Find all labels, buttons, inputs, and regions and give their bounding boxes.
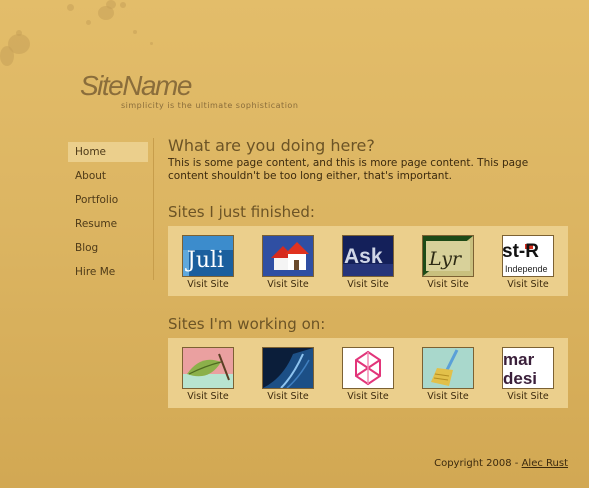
site-tagline: simplicity is the ultimate sophisticatio… bbox=[121, 101, 299, 110]
visit-site-link[interactable]: Visit Site bbox=[488, 391, 568, 403]
ask-thumbnail-text: Ask bbox=[344, 245, 383, 268]
independent-thumbnail-subtext: Independe bbox=[505, 264, 548, 274]
independent-thumbnail-icon[interactable]: st-R Independe bbox=[502, 235, 554, 277]
lyr-thumbnail-text: Lyr bbox=[428, 248, 463, 270]
portfolio-item: Juli Visit Site bbox=[168, 235, 248, 291]
visit-site-link[interactable]: Visit Site bbox=[328, 279, 408, 291]
visit-site-link[interactable]: Visit Site bbox=[248, 279, 328, 291]
working-sites-panel: Visit Site Visit Site Visit Site Visit S… bbox=[168, 338, 568, 408]
finished-sites-panel: Juli Visit Site Visit Site Ask Visit Sit… bbox=[168, 226, 568, 296]
pink-lattice-thumbnail-icon[interactable] bbox=[342, 347, 394, 389]
main-navigation: Home About Portfolio Resume Blog Hire Me bbox=[68, 142, 148, 286]
finished-sites-heading: Sites I just finished: bbox=[168, 203, 315, 221]
broom-thumbnail-icon[interactable] bbox=[422, 347, 474, 389]
juli-thumbnail-icon[interactable]: Juli bbox=[182, 235, 234, 277]
portfolio-item: Visit Site bbox=[248, 347, 328, 403]
portfolio-item: Ask Visit Site bbox=[328, 235, 408, 291]
blue-wave-thumbnail-icon[interactable] bbox=[262, 347, 314, 389]
independent-thumbnail-text: st-R bbox=[503, 241, 539, 262]
site-name[interactable]: SiteName bbox=[80, 70, 192, 102]
houses-thumbnail-icon[interactable] bbox=[262, 235, 314, 277]
page-heading: What are you doing here? bbox=[168, 136, 375, 155]
intro-paragraph: This is some page content, and this is m… bbox=[168, 157, 529, 182]
nav-divider bbox=[153, 138, 154, 280]
visit-site-link[interactable]: Visit Site bbox=[328, 391, 408, 403]
mardesi-thumbnail-subtext: desi bbox=[503, 369, 537, 388]
visit-site-link[interactable]: Visit Site bbox=[248, 391, 328, 403]
mardesi-thumbnail-text: mar bbox=[503, 350, 535, 369]
portfolio-item: Visit Site bbox=[248, 235, 328, 291]
portfolio-item: Visit Site bbox=[168, 347, 248, 403]
visit-site-link[interactable]: Visit Site bbox=[408, 391, 488, 403]
author-link[interactable]: Alec Rust bbox=[522, 458, 568, 469]
visit-site-link[interactable]: Visit Site bbox=[408, 279, 488, 291]
visit-site-link[interactable]: Visit Site bbox=[488, 279, 568, 291]
portfolio-item: Lyr Visit Site bbox=[408, 235, 488, 291]
mardesi-thumbnail-icon[interactable]: mar desi bbox=[502, 347, 554, 389]
footer: Copyright 2008 - Alec Rust bbox=[434, 458, 568, 469]
juli-thumbnail-text: Juli bbox=[185, 248, 224, 273]
nav-item-about[interactable]: About bbox=[68, 166, 148, 186]
visit-site-link[interactable]: Visit Site bbox=[168, 279, 248, 291]
ask-thumbnail-icon[interactable]: Ask bbox=[342, 235, 394, 277]
nav-item-resume[interactable]: Resume bbox=[68, 214, 148, 234]
nav-item-hire-me[interactable]: Hire Me bbox=[68, 262, 148, 282]
leaf-thumbnail-icon[interactable] bbox=[182, 347, 234, 389]
lyr-thumbnail-icon[interactable]: Lyr bbox=[422, 235, 474, 277]
nav-item-home[interactable]: Home bbox=[68, 142, 148, 162]
nav-item-blog[interactable]: Blog bbox=[68, 238, 148, 258]
working-sites-heading: Sites I'm working on: bbox=[168, 315, 326, 333]
nav-item-portfolio[interactable]: Portfolio bbox=[68, 190, 148, 210]
copyright-text: Copyright 2008 - bbox=[434, 458, 522, 469]
portfolio-item: st-R Independe Visit Site bbox=[488, 235, 568, 291]
portfolio-item: mar desi Visit Site bbox=[488, 347, 568, 403]
portfolio-item: Visit Site bbox=[408, 347, 488, 403]
visit-site-link[interactable]: Visit Site bbox=[168, 391, 248, 403]
portfolio-item: Visit Site bbox=[328, 347, 408, 403]
